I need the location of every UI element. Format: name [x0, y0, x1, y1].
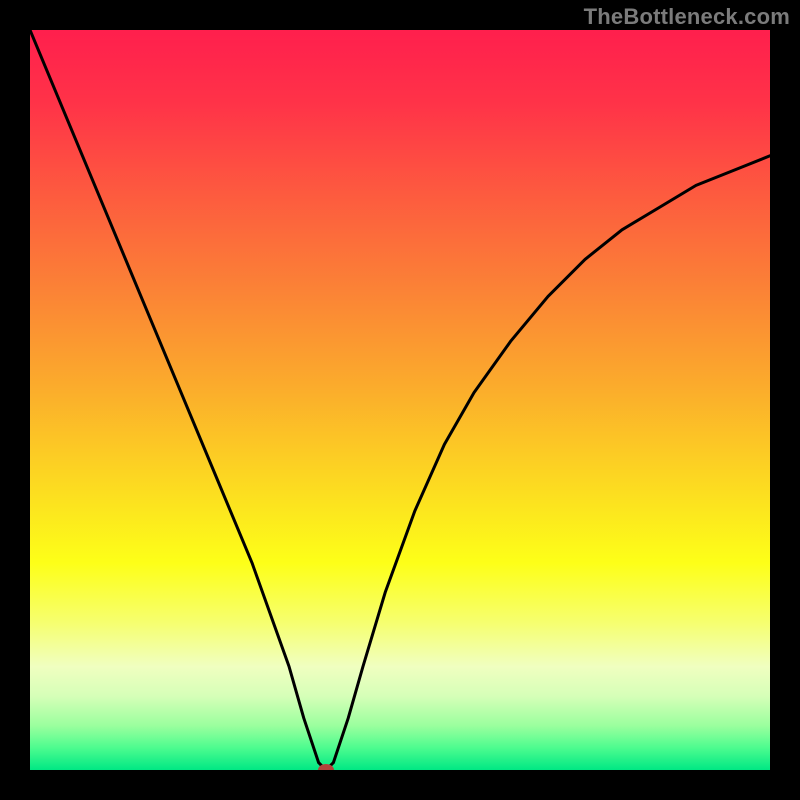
- bottleneck-chart: [30, 30, 770, 770]
- watermark-text: TheBottleneck.com: [584, 4, 790, 30]
- gradient-background: [30, 30, 770, 770]
- chart-frame: TheBottleneck.com: [0, 0, 800, 800]
- plot-area: [30, 30, 770, 770]
